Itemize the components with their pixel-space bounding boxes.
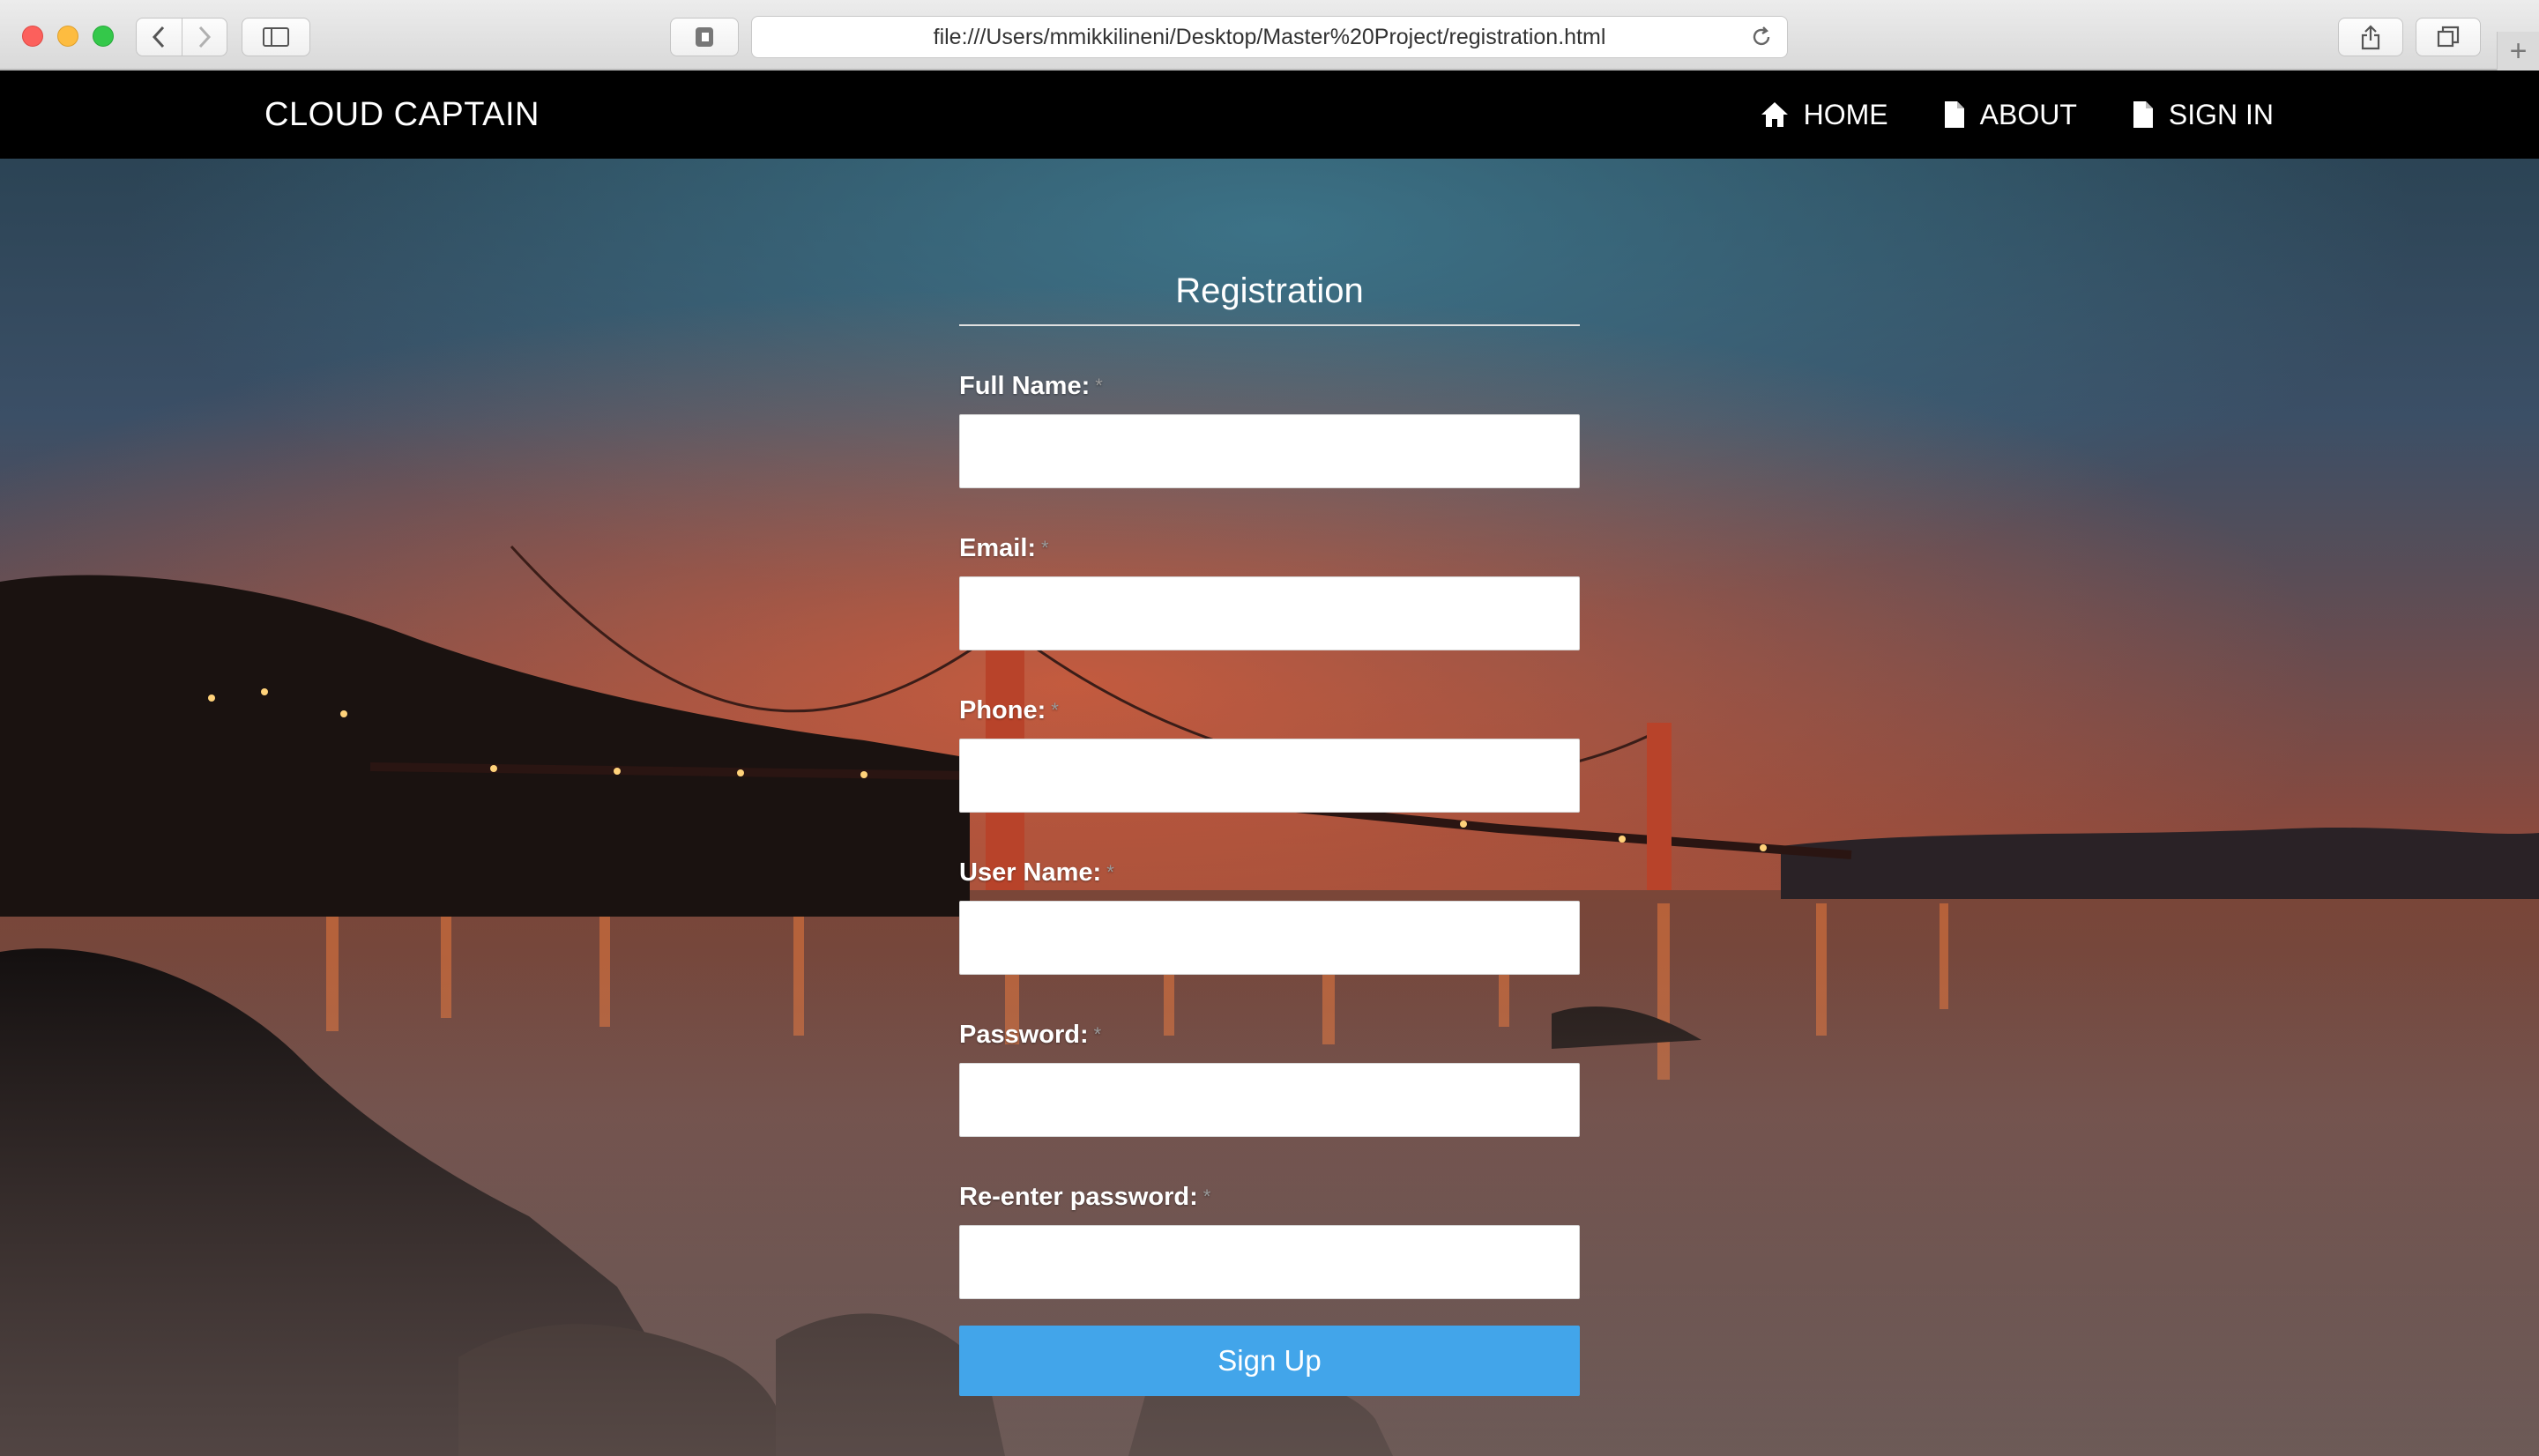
window-close-button[interactable] xyxy=(22,26,43,47)
page-viewport: CLOUD CAPTAIN HOME ABOUT SIGN IN Registr… xyxy=(0,71,2539,1456)
field-email: Email: * xyxy=(959,532,1580,650)
share-icon xyxy=(2361,25,2380,50)
address-text: file:///Users/mmikkilineni/Desktop/Maste… xyxy=(933,24,1606,49)
field-label: User Name: * xyxy=(959,858,1114,887)
nav-home-label: HOME xyxy=(1803,98,1888,130)
full-name-input[interactable] xyxy=(959,414,1580,488)
browser-toolbar: file:///Users/mmikkilineni/Desktop/Maste… xyxy=(0,0,2539,71)
chevron-left-icon xyxy=(153,26,165,48)
sidebar-toggle-button[interactable] xyxy=(242,18,310,56)
address-bar[interactable]: file:///Users/mmikkilineni/Desktop/Maste… xyxy=(751,16,1788,58)
nav-about-link[interactable]: ABOUT xyxy=(1943,99,2077,131)
registration-form: Registration Full Name: * Email: * Phone: *… xyxy=(959,256,1580,1396)
required-marker: * xyxy=(1106,861,1114,883)
user-name-input[interactable] xyxy=(959,901,1580,975)
history-nav xyxy=(136,18,227,56)
field-label: Password: * xyxy=(959,1021,1102,1049)
forward-button[interactable] xyxy=(181,19,227,56)
field-label: Full Name: * xyxy=(959,372,1103,400)
required-marker: * xyxy=(1051,699,1059,721)
extension-button[interactable] xyxy=(670,18,739,56)
confirm-password-input[interactable] xyxy=(959,1225,1580,1299)
field-phone: Phone: * xyxy=(959,695,1580,813)
window-zoom-button[interactable] xyxy=(93,26,114,47)
required-marker: * xyxy=(1202,1185,1211,1207)
field-full-name: Full Name: * xyxy=(959,370,1580,488)
required-marker: * xyxy=(1041,537,1049,559)
field-label: Email: * xyxy=(959,534,1049,562)
nav-signin-link[interactable]: SIGN IN xyxy=(2132,99,2274,131)
sidebar-icon xyxy=(263,27,289,47)
sign-up-button[interactable]: Sign Up xyxy=(959,1326,1580,1396)
nav-links: HOME ABOUT SIGN IN xyxy=(1760,71,2274,159)
chevron-right-icon xyxy=(198,26,212,48)
reload-icon[interactable] xyxy=(1750,26,1773,55)
new-tab-button[interactable]: + xyxy=(2497,32,2539,71)
brand-logo[interactable]: CLOUD CAPTAIN xyxy=(264,71,540,159)
required-marker: * xyxy=(1093,1023,1102,1045)
field-label: Phone: * xyxy=(959,696,1059,724)
field-password: Password: * xyxy=(959,1019,1580,1137)
tabs-icon xyxy=(2437,26,2460,48)
phone-input[interactable] xyxy=(959,739,1580,813)
nav-home-link[interactable]: HOME xyxy=(1760,99,1888,131)
form-title: Registration xyxy=(959,256,1580,326)
document-icon xyxy=(1944,101,1964,128)
window-minimize-button[interactable] xyxy=(57,26,78,47)
back-button[interactable] xyxy=(137,19,182,56)
extension-icon xyxy=(696,27,713,47)
required-marker: * xyxy=(1095,375,1103,397)
share-button[interactable] xyxy=(2338,18,2403,56)
home-icon xyxy=(1761,102,1788,127)
nav-signin-label: SIGN IN xyxy=(2168,98,2274,130)
field-label: Re-enter password: * xyxy=(959,1183,1211,1211)
document-icon xyxy=(2133,101,2153,128)
plus-icon: + xyxy=(2509,33,2528,68)
field-user-name: User Name: * xyxy=(959,857,1580,975)
email-input[interactable] xyxy=(959,576,1580,650)
top-navbar: CLOUD CAPTAIN HOME ABOUT SIGN IN xyxy=(0,71,2539,159)
password-input[interactable] xyxy=(959,1063,1580,1137)
nav-about-label: ABOUT xyxy=(1979,98,2077,130)
show-tabs-button[interactable] xyxy=(2416,18,2481,56)
field-confirm-password: Re-enter password: * xyxy=(959,1181,1580,1299)
